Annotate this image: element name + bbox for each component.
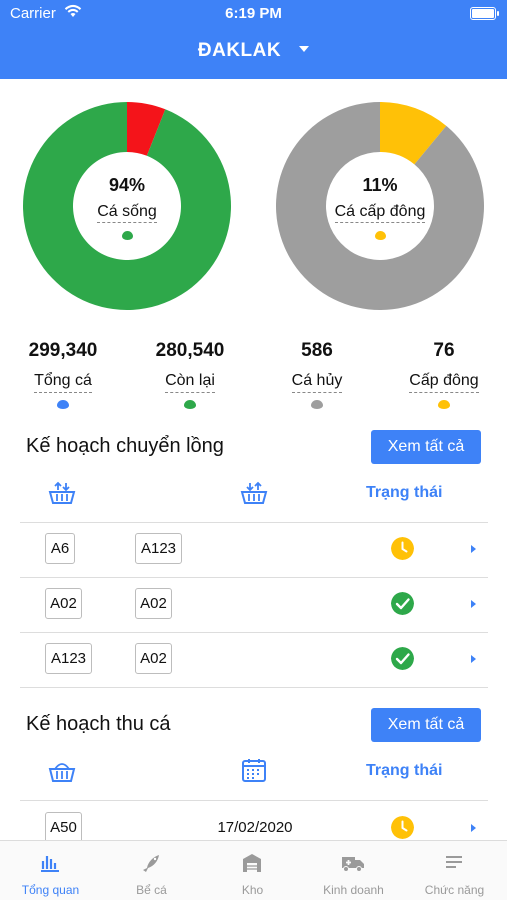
stat-destroyed-value: 586 — [301, 340, 333, 361]
frozen-label: Cá cấp đông — [334, 203, 426, 223]
check-done-icon — [391, 592, 414, 615]
harvest-status-header: Trạng thái — [366, 762, 443, 779]
stat-remaining: 280,540 Còn lại — [127, 340, 253, 409]
harvest-plan-title: Kế hoạch thu cá — [26, 713, 171, 735]
bottom-tab-bar: Tổng quan Bể cá Kho Kinh doanh Chức năng — [0, 840, 507, 900]
total-legend-dot — [57, 400, 69, 409]
cage-from-tag: A6 — [45, 533, 75, 564]
divider — [20, 632, 488, 633]
chevron-right-icon — [471, 655, 476, 663]
frozen-fish-donut: 11% Cá cấp đông — [276, 102, 484, 310]
tab-fish-tank-label: Bể cá — [136, 883, 167, 897]
alive-fish-donut: 94% Cá sống — [23, 102, 232, 310]
stat-total-value: 299,340 — [28, 340, 98, 361]
divider — [20, 687, 488, 688]
tab-warehouse-label: Kho — [241, 883, 264, 897]
tab-business[interactable]: Kinh doanh — [303, 841, 404, 900]
menu-icon — [446, 856, 462, 868]
truck-icon — [342, 857, 364, 872]
stat-frozen-label: Cấp đông — [409, 372, 479, 393]
frozen-legend-dot — [375, 231, 386, 240]
basket-out-icon — [48, 481, 76, 504]
stat-frozen-value: 76 — [433, 340, 455, 361]
transfer-plan-title: Kế hoạch chuyển lồng — [26, 435, 224, 457]
stat-destroyed: 586 Cá hủy — [254, 340, 380, 409]
app-header: Carrier 6:19 PM ĐAKLAK — [0, 0, 507, 79]
basket-icon — [48, 763, 76, 782]
harvest-date: 17/02/2020 — [217, 819, 293, 836]
region-selector[interactable]: ĐAKLAK — [0, 40, 507, 62]
stat-total: 299,340 Tổng cá — [0, 340, 126, 409]
tab-functions[interactable]: Chức năng — [404, 841, 505, 900]
stat-frozen: 76 Cấp đông — [381, 340, 507, 409]
frozen-percent: 11% — [362, 175, 398, 195]
alive-label: Cá sống — [97, 203, 157, 223]
cage-to-tag: A123 — [135, 533, 182, 564]
basket-in-icon — [240, 481, 268, 504]
tab-functions-label: Chức năng — [424, 883, 485, 897]
stat-remaining-value: 280,540 — [155, 340, 225, 361]
divider — [20, 800, 488, 801]
region-name: ĐAKLAK — [197, 40, 282, 61]
cage-tag: A50 — [45, 812, 82, 843]
cage-to-tag: A02 — [135, 588, 172, 619]
stat-remaining-label: Còn lại — [165, 372, 215, 393]
remaining-legend-dot — [184, 400, 196, 409]
cage-from-tag: A123 — [45, 643, 92, 674]
alive-legend-dot — [122, 231, 133, 240]
battery-icon — [470, 7, 499, 20]
frozen-stat-legend-dot — [438, 400, 450, 409]
fish-icon — [143, 855, 159, 872]
check-done-icon — [391, 647, 414, 670]
divider — [20, 522, 488, 523]
tab-overview[interactable]: Tổng quan — [0, 841, 101, 900]
chevron-down-icon — [299, 45, 310, 52]
chevron-right-icon — [471, 545, 476, 553]
alive-percent: 94% — [108, 175, 146, 195]
status-bar: Carrier 6:19 PM — [0, 0, 507, 28]
clock-pending-icon — [391, 537, 414, 560]
chart-bars-icon — [41, 856, 59, 872]
clock-pending-icon — [391, 816, 414, 839]
calendar-icon — [242, 759, 266, 782]
tab-business-label: Kinh doanh — [323, 883, 384, 897]
tab-warehouse[interactable]: Kho — [202, 841, 303, 900]
transfer-status-header: Trạng thái — [366, 484, 443, 501]
cage-to-tag: A02 — [135, 643, 172, 674]
destroyed-legend-dot — [311, 400, 323, 409]
stat-destroyed-label: Cá hủy — [291, 372, 343, 393]
clock: 6:19 PM — [225, 5, 282, 22]
divider — [20, 577, 488, 578]
stat-total-label: Tổng cá — [34, 372, 92, 393]
chevron-right-icon — [471, 824, 476, 832]
cage-from-tag: A02 — [45, 588, 82, 619]
tab-fish-tank[interactable]: Bể cá — [101, 841, 202, 900]
warehouse-icon — [243, 854, 261, 872]
harvest-view-all-button[interactable]: Xem tất cả — [371, 708, 481, 742]
transfer-view-all-button[interactable]: Xem tất cả — [371, 430, 481, 464]
tab-overview-label: Tổng quan — [21, 883, 80, 897]
chevron-right-icon — [471, 600, 476, 608]
